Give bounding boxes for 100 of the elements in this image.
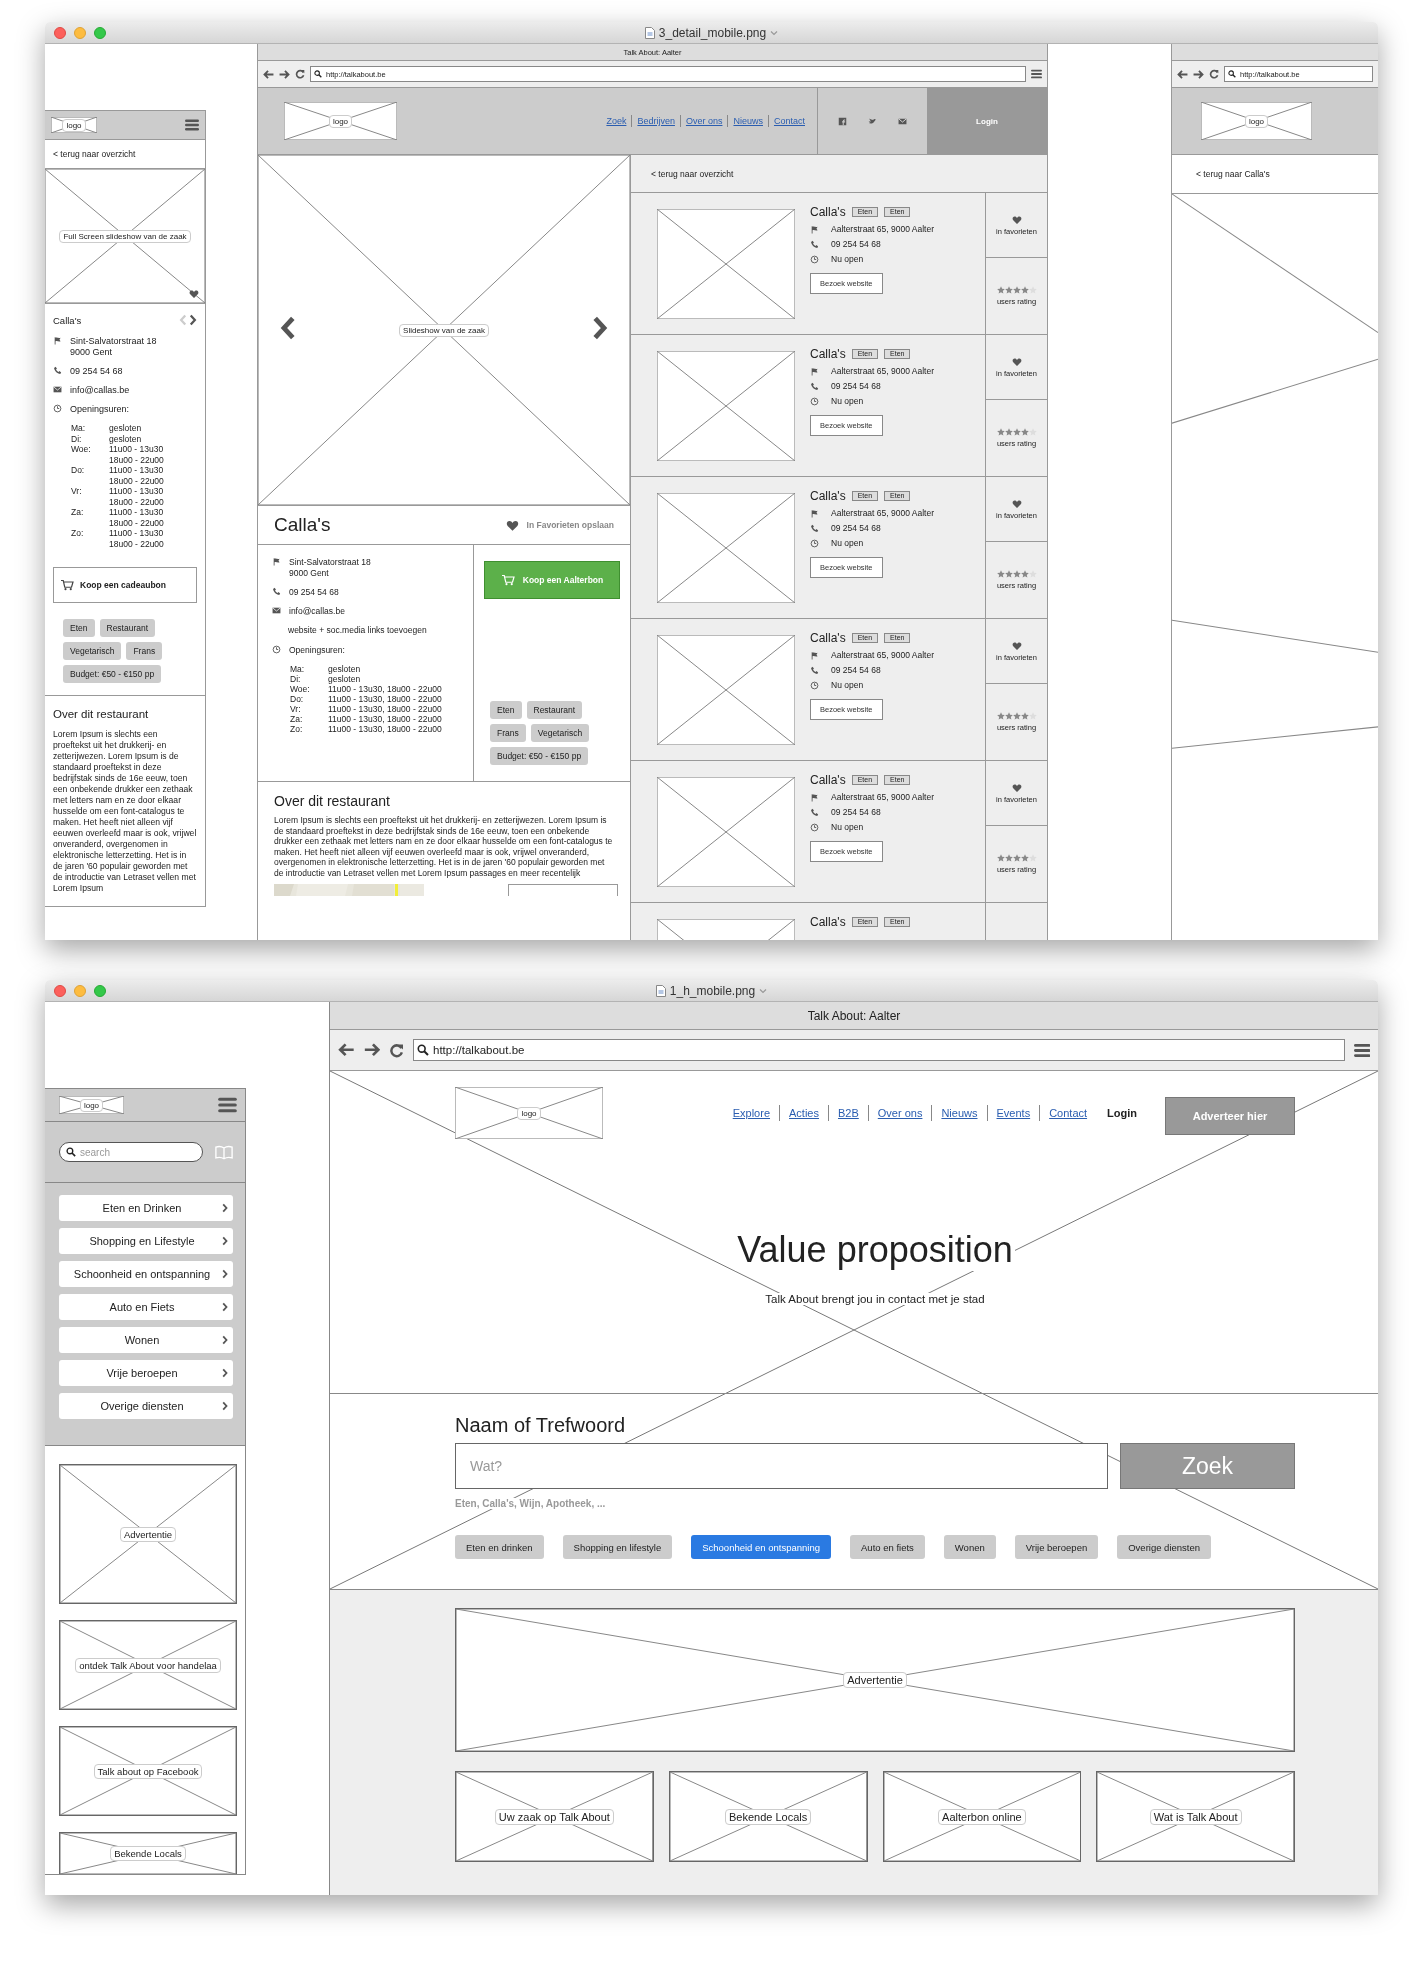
status-text: Nu open [831,822,864,832]
tag[interactable]: Vegetarisch [530,724,590,742]
category-button[interactable]: Schoonheid en ontspanning [59,1261,233,1287]
forward-arrow-icon[interactable] [279,69,290,79]
filter-chip[interactable]: Overige diensten [1117,1535,1212,1559]
chevron-right-icon[interactable] [592,315,608,341]
tag[interactable]: Frans [490,724,526,742]
heart-icon[interactable] [1011,640,1022,651]
business-name[interactable]: Calla's [810,205,846,219]
heart-icon[interactable] [189,289,199,299]
hours-time: 11u00 - 13u30, 18u00 - 22u00 [328,714,443,724]
back-link[interactable]: < terug naar Calla's [1172,155,1378,194]
social-square-icon[interactable] [838,116,848,126]
tag[interactable]: Budget: €50 - €150 pp [490,747,589,765]
back-arrow-icon[interactable] [1177,69,1188,79]
category-button[interactable]: Vrije beroepen [59,1360,233,1386]
nav-link[interactable]: Bedrijven [637,116,675,126]
window-title: 3_detail_mobile.png [658,25,767,40]
section-title: Over dit restaurant [274,793,391,809]
category-button[interactable]: Wonen [59,1327,233,1353]
bird-icon[interactable] [868,116,877,126]
tag[interactable]: Restaurant [99,619,156,637]
filter-chip[interactable]: Vrije beroepen [1014,1535,1099,1559]
filter-chip[interactable]: Auto en fiets [850,1535,925,1559]
heart-icon[interactable] [1011,498,1022,509]
menu-icon[interactable] [185,119,199,131]
tag[interactable]: Eten [63,619,95,637]
window-title: 1_h_mobile.png [669,983,756,998]
nav-link[interactable]: Events [996,1107,1031,1119]
business-name[interactable]: Calla's [810,347,846,361]
nav-link[interactable]: Contact [1049,1107,1088,1119]
chevron-right-icon[interactable] [189,314,197,326]
reload-icon[interactable] [295,69,305,79]
tag[interactable]: Vegetarisch [63,642,122,660]
nav-link[interactable]: Contact [773,116,805,126]
heart-icon[interactable] [1011,782,1022,793]
business-name[interactable]: Calla's [810,489,846,503]
forward-arrow-icon[interactable] [363,1043,380,1057]
heart-icon[interactable] [1011,214,1022,225]
nav-link[interactable]: Nieuws [941,1107,978,1119]
gift-button[interactable]: Koop een cadeaubon [53,567,197,603]
filter-chip[interactable]: Shopping en lifestyle [562,1535,673,1559]
nav-link[interactable]: Nieuws [733,116,763,126]
close-button[interactable] [54,26,66,39]
menu-icon[interactable] [1353,1042,1370,1058]
filter-chip[interactable]: Eten en drinken [455,1535,544,1559]
business-name[interactable]: Calla's [810,773,846,787]
category-button[interactable]: Eten en Drinken [59,1195,233,1221]
nav-link[interactable]: Acties [789,1107,819,1119]
hours-day: Di: [71,433,109,444]
hours-time: gesloten [328,674,362,684]
menu-icon[interactable] [218,1097,237,1113]
login-link[interactable]: Login [1107,1107,1137,1119]
hours-time: 11u00 - 13u30, 18u00 - 22u00 [328,724,443,734]
back-arrow-icon[interactable] [338,1043,355,1057]
business-name: Calla's [274,514,331,536]
tag[interactable]: Frans [126,642,163,660]
close-button[interactable] [54,984,66,997]
menu-icon[interactable] [1031,69,1042,79]
nav-link[interactable]: B2B [838,1107,859,1119]
nav-link[interactable]: Over ons [685,116,723,126]
heart-icon[interactable] [505,518,519,532]
nav-link[interactable]: Explore [732,1107,770,1119]
hours-label: Openingsuren: [289,645,345,656]
hours-time: 11u00 - 13u30, 18u00 - 22u00 [328,684,443,694]
nav-link[interactable]: Over ons [877,1107,923,1119]
business-name[interactable]: Calla's [810,631,846,645]
hours-day: Za: [290,714,328,724]
tag[interactable]: Eten [490,701,522,719]
hours-day: Do: [71,465,109,486]
file-icon [644,26,655,39]
hours-time: 11u00 - 13u30 18u00 - 22u00 [109,465,165,486]
reload-icon[interactable] [1209,69,1219,79]
business-name[interactable]: Calla's [810,915,846,929]
phone-text: 09 254 54 68 [831,807,881,817]
url-field[interactable]: http://talkabout.be [413,1039,1345,1061]
back-link[interactable]: < terug naar overzicht [631,155,1047,193]
category-button[interactable]: Shopping en Lifestyle [59,1228,233,1254]
back-arrow-icon[interactable] [263,69,274,79]
nav-link[interactable]: Zoek [606,116,627,126]
hours-day: Vr: [71,486,109,507]
search-field[interactable]: Wat? [455,1443,1108,1489]
tag[interactable]: Budget: €50 - €150 pp [63,665,162,683]
filter-chip[interactable]: Wonen [943,1535,996,1559]
category-button[interactable]: Auto en Fiets [59,1294,233,1320]
hours-time: 11u00 - 13u30 18u00 - 22u00 [109,507,165,528]
filter-chip[interactable]: Schoonheid en ontspanning [691,1535,831,1559]
flag-icon [53,336,62,345]
chevron-right-icon [222,1302,228,1312]
reload-icon[interactable] [389,1042,404,1058]
section-title: Over dit restaurant [53,708,150,720]
envelope-icon[interactable] [897,116,907,126]
forward-arrow-icon[interactable] [1193,69,1204,79]
chevron-right-icon [222,1203,228,1213]
heart-icon[interactable] [1011,356,1022,367]
chevron-left-icon[interactable] [280,315,296,341]
tag[interactable]: Restaurant [526,701,583,719]
category-button[interactable]: Overige diensten [59,1393,233,1419]
favorite-link[interactable]: In Favorieten opslaan [526,520,614,530]
hours-day: Woe: [71,444,109,465]
